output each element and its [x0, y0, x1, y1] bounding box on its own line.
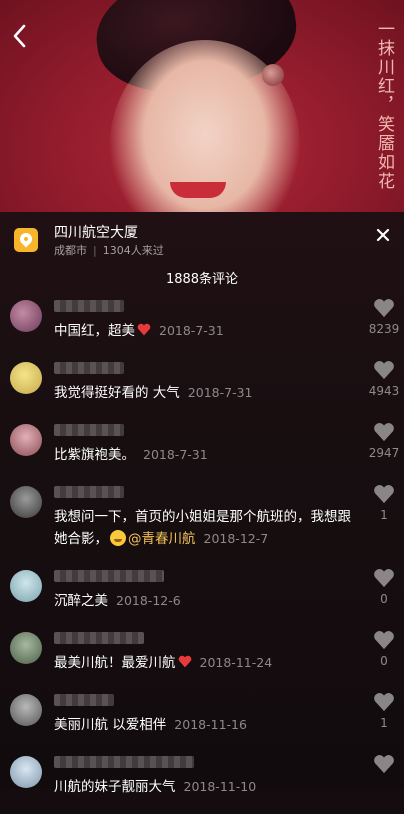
avatar[interactable] — [10, 300, 42, 332]
like-count: 4943 — [368, 384, 400, 398]
comment-date: 2018-12-6 — [116, 593, 181, 608]
location-city: 成都市 — [54, 244, 87, 257]
like-heart-icon[interactable] — [373, 360, 395, 380]
comment-text: 比紫旗袍美。 2018-7-31 — [54, 447, 208, 463]
like-count: 0 — [380, 592, 388, 606]
username-blurred[interactable] — [54, 570, 164, 582]
comment-text: 川航的妹子靓丽大气 2018-11-10 — [54, 779, 257, 795]
comment-text: 我想问一下，首页的小姐姐是那个航班的，我想跟她合影， @青春川航 2018-12-7 — [54, 509, 351, 547]
comment-text: 中国红，超美 2018-7-31 — [54, 323, 224, 339]
like-count: 0 — [380, 654, 388, 668]
comment-item[interactable]: 中国红，超美 2018-7-31 8239 — [0, 298, 404, 358]
mention-link[interactable]: @青春川航 — [128, 531, 196, 547]
comments-sheet: 四川航空大厦 成都市 | 1304人来过 1888条评论 中国红，超美 2018-7-… — [0, 212, 404, 795]
like-heart-icon[interactable] — [373, 568, 395, 588]
like-heart-icon[interactable] — [373, 692, 395, 712]
comment-date: 2018-11-10 — [183, 779, 257, 794]
hat-badge — [262, 64, 284, 86]
comment-item[interactable]: 沉醉之美 2018-12-6 0 — [0, 568, 404, 628]
comment-date: 2018-7-31 — [187, 385, 253, 400]
comment-date: 2018-7-31 — [143, 447, 208, 462]
comment-text: 沉醉之美 2018-12-6 — [54, 593, 181, 609]
video-preview[interactable]: 一抹川红，笑靥如花 — [0, 0, 404, 212]
like-heart-icon[interactable] — [373, 422, 395, 442]
location-icon[interactable] — [14, 228, 38, 252]
smile-shape — [170, 182, 226, 198]
like-count: 2947 — [368, 446, 400, 460]
comment-date: 2018-12-7 — [203, 531, 269, 546]
red-heart-emoji — [137, 323, 151, 336]
avatar[interactable] — [10, 756, 42, 788]
avatar[interactable] — [10, 694, 42, 726]
avatar[interactable] — [10, 486, 42, 518]
comment-item[interactable]: 比紫旗袍美。 2018-7-31 2947 — [0, 422, 404, 482]
username-blurred[interactable] — [54, 756, 194, 768]
comment-text: 最美川航！最爱川航 2018-11-24 — [54, 655, 273, 671]
location-meta: 成都市 | 1304人来过 — [54, 244, 164, 257]
comment-date: 2018-11-16 — [174, 717, 247, 732]
username-blurred[interactable] — [54, 632, 144, 644]
red-heart-emoji — [178, 655, 191, 668]
comment-date: 2018-7-31 — [159, 323, 224, 338]
like-heart-icon[interactable] — [373, 484, 395, 504]
avatar[interactable] — [10, 362, 42, 394]
username-blurred[interactable] — [54, 486, 124, 498]
like-count: 8239 — [368, 322, 400, 336]
smiling-face-emoji — [110, 530, 126, 546]
username-blurred[interactable] — [54, 300, 124, 312]
video-slogan: 一抹川红，笑靥如花 — [374, 20, 394, 191]
comment-item[interactable]: 我觉得挺好看的 大气 2018-7-31 4943 — [0, 360, 404, 420]
comment-item[interactable]: 我想问一下，首页的小姐姐是那个航班的，我想跟她合影， @青春川航 2018-12-7… — [0, 484, 404, 564]
comments-count: 1888条评论 — [165, 272, 239, 287]
comment-text: 美丽川航 以爱相伴 2018-11-16 — [54, 717, 247, 733]
username-blurred[interactable] — [54, 362, 124, 374]
location-name[interactable]: 四川航空大厦 — [54, 222, 138, 242]
username-blurred[interactable] — [54, 424, 124, 436]
like-heart-icon[interactable] — [373, 754, 395, 774]
comment-item[interactable]: 川航的妹子靓丽大气 2018-11-10 — [0, 754, 404, 814]
comment-date: 2018-11-24 — [199, 655, 273, 670]
like-heart-icon[interactable] — [373, 630, 395, 650]
like-count: 1 — [380, 508, 388, 522]
comment-text: 我觉得挺好看的 大气 2018-7-31 — [54, 385, 253, 401]
comment-item[interactable]: 美丽川航 以爱相伴 2018-11-16 1 — [0, 692, 404, 752]
back-icon[interactable] — [10, 22, 30, 50]
like-count: 1 — [380, 716, 388, 730]
close-icon[interactable] — [374, 226, 392, 244]
avatar[interactable] — [10, 570, 42, 602]
avatar[interactable] — [10, 424, 42, 456]
like-heart-icon[interactable] — [373, 298, 395, 318]
comment-item[interactable]: 最美川航！最爱川航 2018-11-24 0 — [0, 630, 404, 690]
avatar[interactable] — [10, 632, 42, 664]
username-blurred[interactable] — [54, 694, 114, 706]
location-visitors: 1304人来过 — [102, 244, 164, 257]
